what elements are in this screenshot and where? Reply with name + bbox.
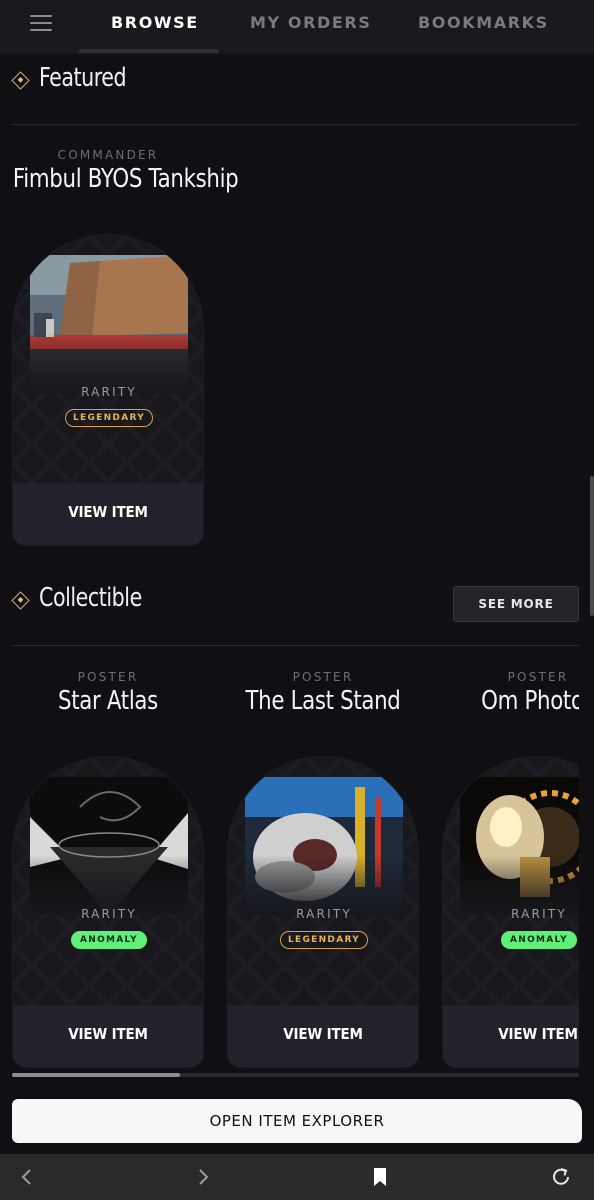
item-image [30, 777, 188, 915]
rarity-badge-legendary: LEGENDARY [65, 409, 153, 427]
page-scrollbar[interactable] [590, 56, 594, 1096]
item-category: POSTER [292, 670, 354, 684]
item-category: COMMANDER [57, 148, 159, 162]
view-item-button[interactable]: VIEW ITEM [23, 503, 194, 521]
featured-section-header: Featured [11, 62, 312, 102]
diamond-icon [11, 591, 30, 610]
item-image [30, 255, 188, 393]
item-category: POSTER [507, 670, 569, 684]
card-footer: VIEW ITEM [443, 1005, 579, 1067]
view-item-button[interactable]: VIEW ITEM [238, 1025, 409, 1043]
collectible-item: POSTER The Last Stand RARITY LEGENDARY V… [227, 670, 419, 1070]
collectible-section-header: Collectible [11, 582, 312, 622]
forward-icon[interactable] [194, 1166, 212, 1192]
rarity-label: RARITY [296, 907, 352, 921]
item-card[interactable]: RARITY LEGENDARY VIEW ITEM [227, 756, 419, 1068]
item-card[interactable]: RARITY ANOMALY VIEW ITEM [442, 756, 579, 1068]
card-footer: VIEW ITEM [228, 1005, 418, 1067]
tab-browse[interactable]: BROWSE [111, 13, 199, 32]
see-more-button[interactable]: SEE MORE [453, 586, 579, 622]
view-item-button[interactable]: VIEW ITEM [453, 1025, 580, 1043]
open-item-explorer-button[interactable]: OPEN ITEM EXPLORER [12, 1099, 582, 1143]
collectible-divider [12, 645, 579, 646]
tab-my-orders[interactable]: MY ORDERS [250, 13, 371, 32]
rarity-label: RARITY [81, 907, 137, 921]
rarity-label: RARITY [511, 907, 567, 921]
carousel-scrollbar[interactable] [12, 1073, 579, 1077]
page-scrollbar-thumb[interactable] [590, 476, 594, 616]
bookmark-icon[interactable] [372, 1166, 388, 1192]
item-image [245, 777, 403, 915]
rarity-badge-legendary: LEGENDARY [280, 931, 368, 949]
back-icon[interactable] [18, 1166, 36, 1192]
rarity-badge-anomaly: ANOMALY [501, 931, 577, 949]
item-name: The Last Stand [245, 686, 401, 716]
collectible-title: Collectible [39, 583, 142, 613]
collectible-item: POSTER Star Atlas RARITY ANOMALY VIEW IT… [12, 670, 204, 1070]
active-tab-indicator [79, 49, 219, 53]
top-navigation: BROWSE MY ORDERS BOOKMARKS [0, 0, 594, 54]
hamburger-icon[interactable] [30, 15, 52, 31]
item-image [460, 777, 579, 915]
item-name: Om Photoli [481, 686, 579, 716]
item-name: Fimbul BYOS Tankship [12, 164, 239, 194]
browser-toolbar [0, 1154, 594, 1200]
item-name: Star Atlas [58, 686, 158, 716]
collectible-item: POSTER Om Photoli RARITY ANOMALY VIEW IT… [442, 670, 579, 1070]
view-item-button[interactable]: VIEW ITEM [23, 1025, 194, 1043]
featured-title: Featured [39, 63, 127, 93]
rarity-label: RARITY [81, 385, 137, 399]
collectible-carousel[interactable]: POSTER Star Atlas RARITY ANOMALY VIEW IT… [0, 660, 579, 1070]
reload-icon[interactable] [550, 1166, 572, 1192]
rarity-badge-anomaly: ANOMALY [71, 931, 147, 949]
diamond-icon [11, 71, 30, 90]
carousel-scrollbar-thumb[interactable] [12, 1073, 180, 1077]
item-card[interactable]: RARITY ANOMALY VIEW ITEM [12, 756, 204, 1068]
item-card[interactable]: RARITY LEGENDARY VIEW ITEM [12, 234, 204, 546]
item-category: POSTER [77, 670, 139, 684]
tab-bookmarks[interactable]: BOOKMARKS [418, 13, 549, 32]
featured-divider [12, 124, 579, 125]
card-footer: VIEW ITEM [13, 1005, 203, 1067]
card-footer: VIEW ITEM [13, 483, 203, 545]
